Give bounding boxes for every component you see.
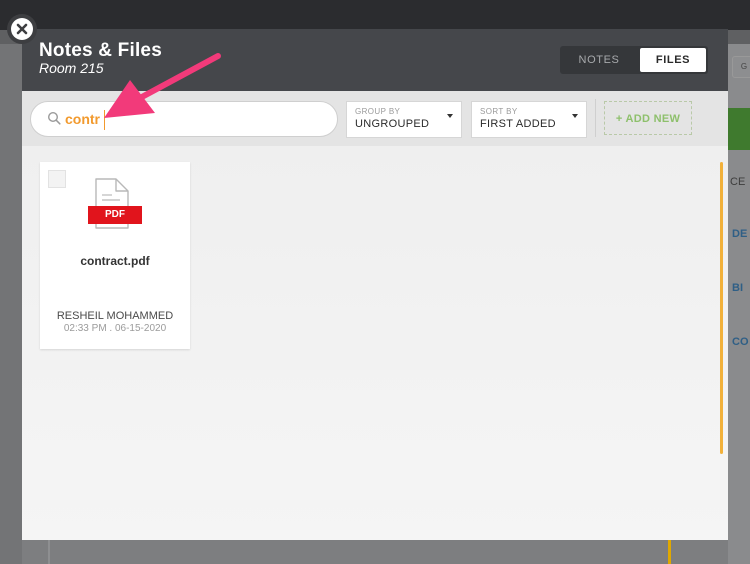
background-divider xyxy=(48,540,50,564)
file-select-checkbox[interactable] xyxy=(48,170,66,188)
modal-subtitle: Room 215 xyxy=(39,60,104,76)
background-left-edge xyxy=(0,44,22,564)
close-icon xyxy=(16,23,28,35)
group-by-value: UNGROUPED xyxy=(355,118,430,130)
tab-files[interactable]: FILES xyxy=(640,48,706,72)
caret-down-icon xyxy=(447,114,453,118)
sort-by-dropdown[interactable]: SORT BY FIRST ADDED xyxy=(471,101,587,138)
close-icon-wrap xyxy=(11,18,33,40)
files-grid: PDF contract.pdf RESHEIL MOHAMMED 02:33 … xyxy=(22,146,728,540)
file-card[interactable]: PDF contract.pdf RESHEIL MOHAMMED 02:33 … xyxy=(40,162,190,349)
toolbar: GROUP BY UNGROUPED SORT BY FIRST ADDED +… xyxy=(22,91,728,146)
tab-group: NOTES FILES xyxy=(560,46,708,74)
background-right-item: BI xyxy=(732,282,743,294)
notes-files-modal: Notes & Files Room 215 NOTES FILES GROUP… xyxy=(22,29,728,540)
pdf-badge-label: PDF xyxy=(105,209,125,220)
toolbar-divider xyxy=(595,99,596,137)
background-green-strip xyxy=(728,108,750,150)
background-right-item: CE xyxy=(730,176,746,188)
background-top-bar xyxy=(0,0,750,30)
text-cursor xyxy=(104,110,105,130)
group-by-label: GROUP BY xyxy=(355,107,401,116)
caret-down-icon xyxy=(572,114,578,118)
file-date: 02:33 PM . 06-15-2020 xyxy=(63,323,167,334)
modal-header: Notes & Files Room 215 NOTES FILES xyxy=(22,29,728,91)
file-owner: RESHEIL MOHAMMED xyxy=(56,310,174,322)
background-right-item: DE xyxy=(732,228,748,240)
search-box[interactable] xyxy=(30,101,338,137)
search-icon xyxy=(47,111,61,125)
background-top-button: G xyxy=(732,56,750,78)
background-right-item: CO xyxy=(732,336,749,348)
sort-by-value: FIRST ADDED xyxy=(480,118,556,130)
add-new-button[interactable]: + ADD NEW xyxy=(604,101,692,135)
sort-by-label: SORT BY xyxy=(480,107,518,116)
pdf-file-icon xyxy=(88,178,142,229)
scrollbar[interactable] xyxy=(720,162,723,454)
tab-notes[interactable]: NOTES xyxy=(562,48,636,72)
group-by-dropdown[interactable]: GROUP BY UNGROUPED xyxy=(346,101,462,138)
file-name: contract.pdf xyxy=(80,254,150,268)
modal-title: Notes & Files xyxy=(39,40,162,61)
background-yellow-line xyxy=(668,540,671,564)
close-button[interactable] xyxy=(7,14,37,44)
